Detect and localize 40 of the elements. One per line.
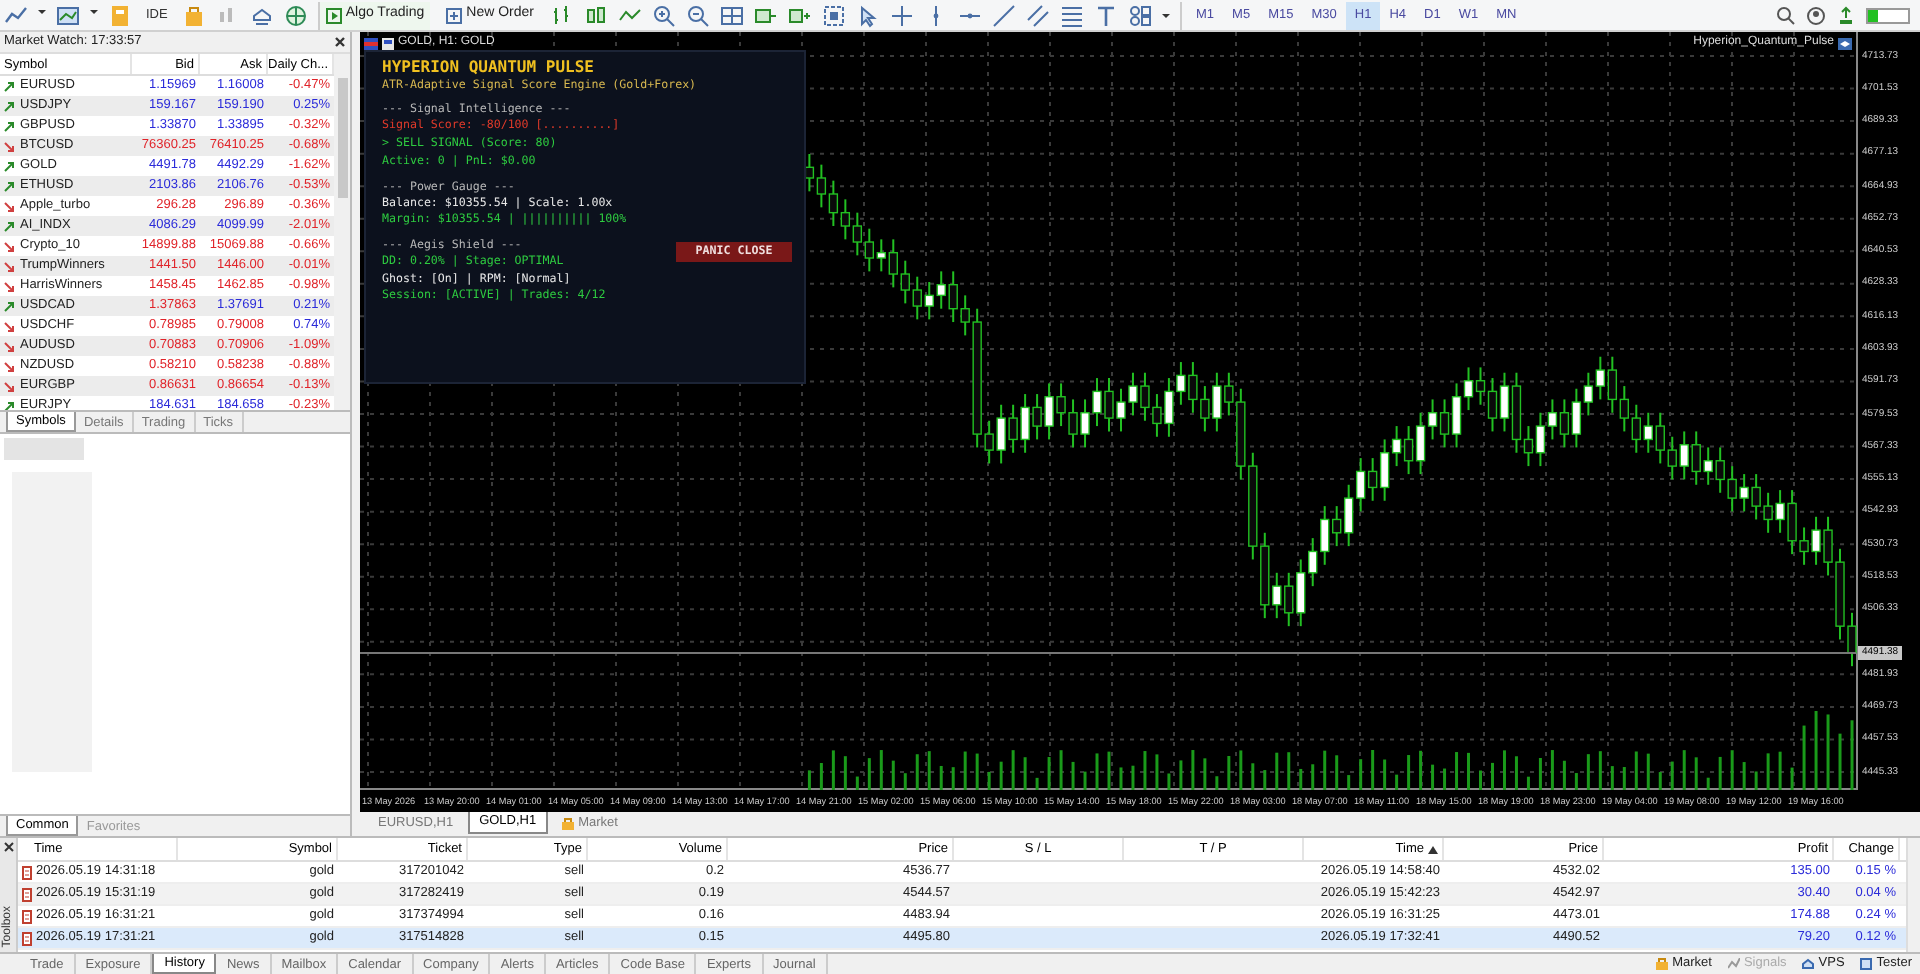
scrollbar[interactable] [1906, 838, 1920, 952]
screenshot-icon[interactable] [822, 3, 846, 27]
blurred-title [4, 438, 84, 460]
bag-icon [562, 817, 575, 829]
shapes-icon[interactable] [1128, 3, 1152, 27]
scrollbar[interactable] [334, 54, 350, 410]
line-chart-icon [1727, 958, 1740, 970]
chart-shift-icon[interactable] [754, 3, 778, 27]
flag-icon [364, 37, 378, 49]
trend-line-icon[interactable] [992, 3, 1016, 27]
bag-icon[interactable] [181, 3, 206, 27]
play-icon [325, 7, 342, 23]
cursor-icon[interactable] [856, 3, 880, 27]
zoom-in-icon[interactable] [652, 3, 676, 27]
chart-icon [382, 37, 394, 49]
channel-icon[interactable] [1026, 3, 1050, 27]
zoom-out-icon[interactable] [686, 3, 710, 27]
document-icon [22, 887, 32, 901]
globe-icon[interactable] [283, 3, 308, 27]
close-icon[interactable] [334, 36, 346, 48]
document-icon [22, 909, 32, 923]
bar-chart-icon[interactable] [550, 3, 574, 27]
window-icon [1860, 958, 1873, 970]
line-chart-icon[interactable] [4, 3, 28, 27]
connection-meter-icon [1866, 7, 1910, 23]
account-icon[interactable] [1806, 5, 1826, 25]
document-icon [22, 931, 32, 945]
crosshair-icon[interactable] [890, 3, 914, 27]
grid-icon[interactable] [720, 3, 744, 27]
fibonacci-icon[interactable] [1060, 3, 1084, 27]
plus-icon [446, 7, 463, 23]
close-icon[interactable] [3, 842, 13, 852]
bag-icon [1656, 958, 1669, 970]
search-icon[interactable] [1776, 5, 1796, 25]
candlestick-icon[interactable] [584, 3, 608, 27]
document-icon [22, 865, 32, 879]
window-icon[interactable] [56, 3, 80, 27]
autoscroll-icon[interactable] [788, 3, 812, 27]
text-icon[interactable] [1094, 3, 1118, 27]
panel-text: HYPERION QUANTUM PULSE [382, 58, 594, 78]
